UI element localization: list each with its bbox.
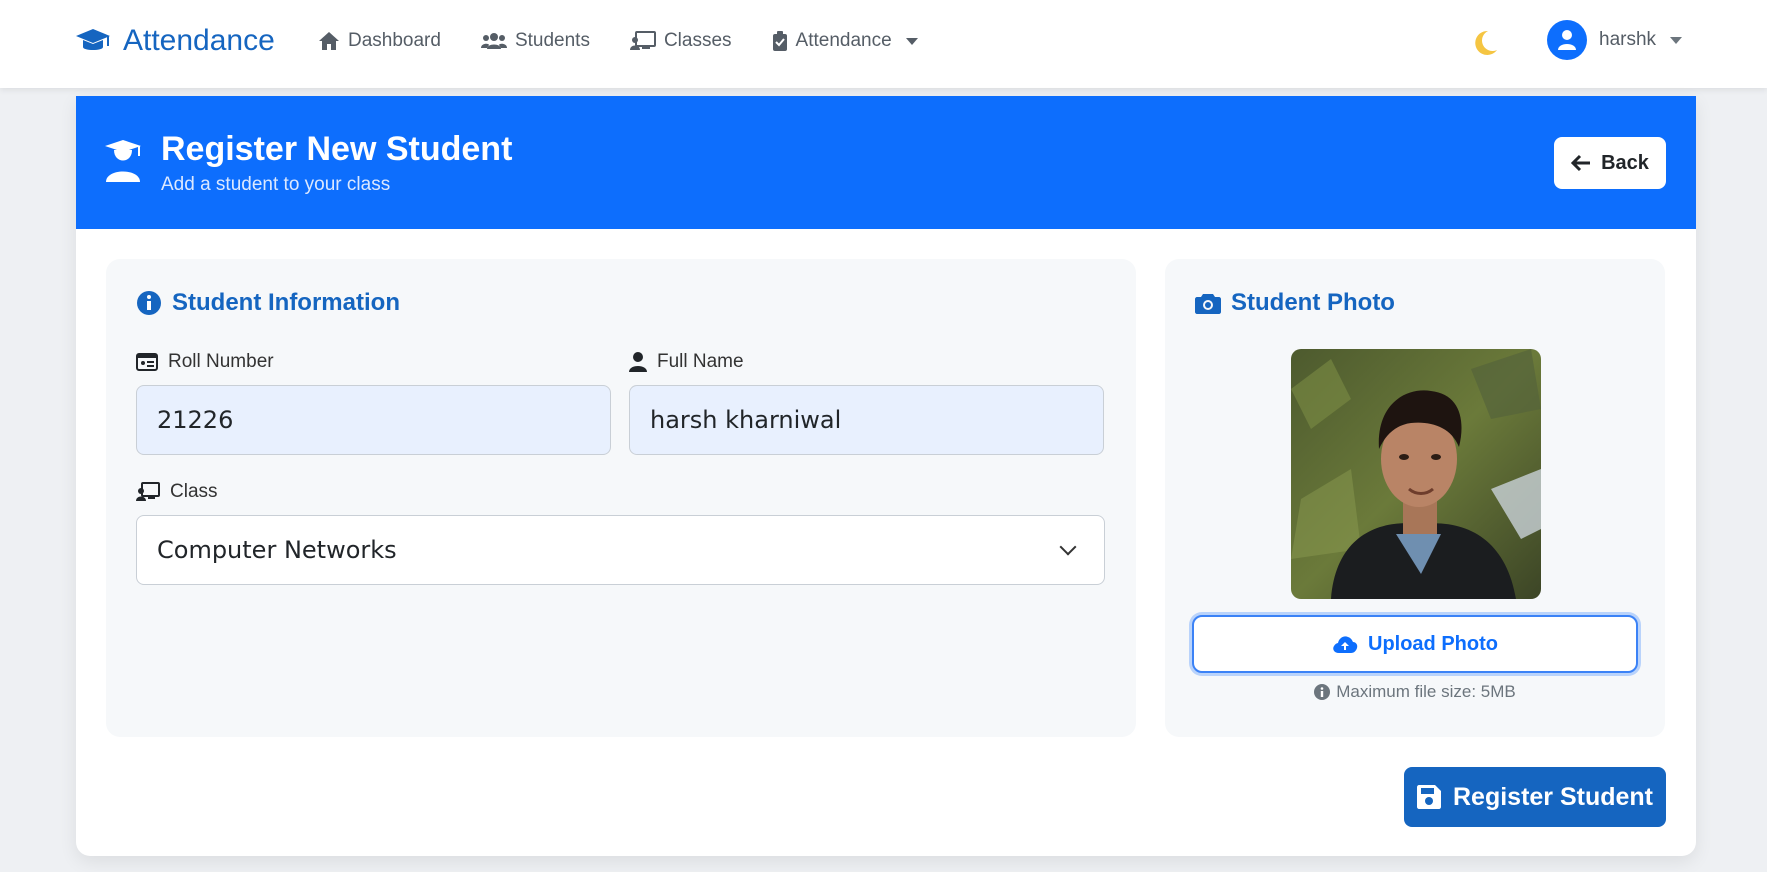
class-label: Class: [136, 481, 218, 503]
brand-name: Attendance: [123, 24, 275, 57]
nav-links: Dashboard Students Classes Attendance: [318, 30, 918, 52]
class-select-value: Computer Networks: [157, 536, 397, 564]
register-student-label: Register Student: [1452, 782, 1654, 811]
moon-icon: [1475, 30, 1497, 55]
info-circle-icon: [1314, 684, 1331, 700]
nav-classes[interactable]: Classes: [629, 30, 732, 52]
card-header: Register New Student Add a student to yo…: [76, 96, 1696, 229]
home-icon: [319, 32, 339, 50]
nav-dashboard[interactable]: Dashboard: [318, 30, 441, 52]
student-info-title: Student Information: [136, 289, 400, 317]
student-info-panel: Student Information Roll Number 21226 Fu…: [106, 259, 1136, 737]
user-graduate-icon: [105, 140, 141, 182]
caret-down-icon: [905, 37, 918, 45]
full-name-label-text: Full Name: [657, 351, 744, 372]
chalkboard-icon: [136, 482, 160, 501]
student-photo-title: Student Photo: [1195, 289, 1395, 317]
nav-attendance-label: Attendance: [795, 30, 892, 51]
register-student-button[interactable]: Register Student: [1404, 767, 1666, 827]
chevron-down-icon: [1059, 538, 1077, 556]
student-photo-title-text: Student Photo: [1231, 289, 1395, 316]
nav-classes-label: Classes: [663, 30, 732, 51]
camera-icon: [1195, 294, 1221, 314]
student-info-title-text: Student Information: [172, 289, 400, 316]
avatar: [1547, 20, 1587, 60]
user-icon: [1558, 30, 1576, 50]
chalkboard-icon: [629, 31, 656, 50]
register-card: Register New Student Add a student to yo…: [76, 96, 1696, 856]
full-name-label: Full Name: [629, 351, 744, 373]
student-photo-panel: Student Photo Upload Photo Maximum file …: [1165, 259, 1665, 737]
back-button[interactable]: Back: [1554, 137, 1666, 189]
caret-down-icon: [1670, 36, 1683, 44]
class-select[interactable]: Computer Networks: [136, 515, 1105, 585]
roll-number-input[interactable]: 21226: [136, 385, 611, 455]
portrait-image: [1291, 349, 1541, 599]
nav-students[interactable]: Students: [480, 30, 590, 52]
graduation-cap-icon: [76, 29, 110, 50]
back-button-label: Back: [1601, 151, 1649, 174]
user-icon: [629, 352, 647, 372]
full-name-value: harsh kharniwal: [650, 406, 842, 434]
cloud-upload-icon: [1333, 636, 1358, 653]
full-name-input[interactable]: harsh kharniwal: [629, 385, 1104, 455]
file-size-hint: Maximum file size: 5MB: [1165, 682, 1665, 702]
nav-attendance-dropdown[interactable]: Attendance: [772, 30, 918, 52]
nav-students-label: Students: [514, 30, 590, 51]
info-circle-icon: [137, 291, 161, 315]
student-photo-preview: [1291, 349, 1541, 599]
top-navbar: Attendance Dashboard Students Classes At…: [0, 0, 1767, 88]
user-menu-dropdown[interactable]: harshk: [1547, 20, 1683, 60]
upload-photo-button[interactable]: Upload Photo: [1192, 615, 1638, 673]
roll-number-value: 21226: [157, 406, 234, 434]
file-size-hint-text: Maximum file size: 5MB: [1336, 682, 1516, 701]
username: harshk: [1599, 29, 1657, 50]
id-card-icon: [136, 353, 158, 371]
nav-dashboard-label: Dashboard: [348, 30, 441, 51]
users-icon: [480, 33, 507, 49]
upload-photo-label: Upload Photo: [1368, 632, 1498, 655]
theme-toggle-button[interactable]: [1470, 28, 1500, 58]
arrow-left-icon: [1571, 154, 1591, 172]
class-label-text: Class: [170, 481, 218, 502]
roll-number-label-text: Roll Number: [168, 351, 274, 372]
brand[interactable]: Attendance: [75, 24, 275, 58]
page-subtitle: Add a student to your class: [161, 174, 391, 195]
save-icon: [1416, 785, 1441, 809]
clipboard-check-icon: [772, 31, 787, 51]
roll-number-label: Roll Number: [136, 351, 274, 373]
page-title: Register New Student: [161, 130, 513, 168]
